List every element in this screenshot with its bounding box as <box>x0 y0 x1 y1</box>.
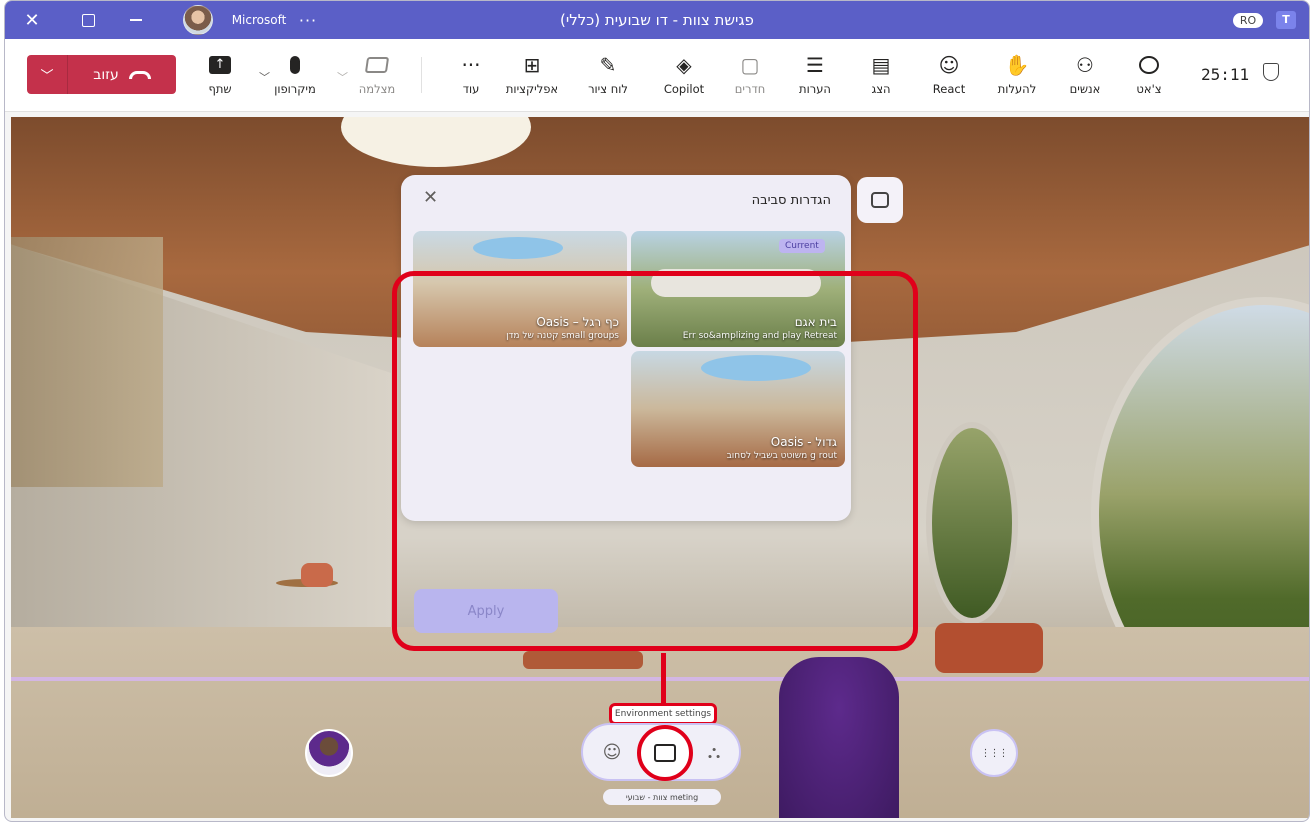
apps-button[interactable]: ⊞ אפליקציות <box>497 51 567 103</box>
meeting-toolbar: ﹀ עזוב ↑ שתף ﹀ מיקרופון ﹀ מצלמה ··· עוד … <box>5 39 1309 112</box>
org-name: Microsoft <box>231 13 287 27</box>
rooms-label: חדרים <box>734 82 766 96</box>
present-icon: ▤ <box>871 53 891 77</box>
highlight-connector <box>661 653 666 703</box>
mic-options-chevron-icon[interactable]: ﹀ <box>259 69 270 85</box>
more-options-icon[interactable]: ··· <box>293 1 323 39</box>
close-icon[interactable]: ✕ <box>423 187 438 208</box>
apps-label: אפליקציות <box>505 82 559 96</box>
camera-off-icon <box>364 51 390 79</box>
shield-icon <box>1263 63 1279 81</box>
whiteboard-label: לוח ציור <box>588 82 628 96</box>
notes-button[interactable]: ☰ הערות <box>795 51 835 103</box>
react-button[interactable]: ☺ React <box>929 51 969 103</box>
copilot-icon: ◈ <box>676 53 692 77</box>
notes-icon: ☰ <box>806 53 824 77</box>
people-button[interactable]: ⚇ אנשים <box>1061 51 1109 103</box>
card-skylight-shape <box>473 237 563 259</box>
grid-icon: ⋮⋮⋮ <box>980 747 1009 759</box>
rooms-button[interactable]: ▢ חדרים <box>729 51 771 103</box>
teams-logo-text: T <box>1276 11 1296 29</box>
present-button[interactable]: ▤ הצג <box>863 51 899 103</box>
teams-logo-icon: T <box>1271 1 1301 39</box>
environment-settings-button[interactable] <box>637 725 693 781</box>
whiteboard-button[interactable]: ✎ לוח ציור <box>571 51 645 103</box>
badge-text: RO <box>1232 12 1264 28</box>
emoji-button[interactable]: ☺ <box>587 727 637 777</box>
ottoman <box>935 623 1043 673</box>
leave-main[interactable]: עזוב <box>68 55 176 94</box>
close-icon[interactable]: ✕ <box>17 1 47 39</box>
rooms-icon: ▢ <box>740 53 760 77</box>
wall-art <box>11 237 163 487</box>
avatar-options-button[interactable]: ⛬ <box>689 727 739 777</box>
leave-dropdown-icon[interactable]: ﹀ <box>27 55 68 94</box>
camera-options-chevron-icon[interactable]: ﹀ <box>337 69 348 85</box>
environment-settings-toggle[interactable] <box>857 177 903 223</box>
chat-icon <box>1139 51 1159 79</box>
round-window-small <box>926 422 1018 624</box>
raise-hand-button[interactable]: ✋ להעלות <box>991 51 1043 103</box>
apps-icon: ⊞ <box>523 53 541 77</box>
hand-icon: ✋ <box>1004 53 1030 77</box>
maximize-icon[interactable] <box>73 1 103 39</box>
raise-hand-label: להעלות <box>997 82 1037 96</box>
notes-label: הערות <box>799 82 831 96</box>
view-options-button[interactable]: ⋮⋮⋮ <box>970 729 1018 777</box>
smiley-icon: ☺ <box>938 53 960 77</box>
panel-title: הגדרות סביבה <box>751 193 831 208</box>
camera-button[interactable]: מצלמה <box>353 51 401 103</box>
leave-label: עזוב <box>93 66 119 83</box>
meeting-timer: 25:11 <box>1201 65 1250 84</box>
minimize-icon[interactable] <box>121 1 151 39</box>
leave-button[interactable]: ﹀ עזוב <box>27 55 176 94</box>
react-label: React <box>932 82 966 96</box>
meeting-name-label: צוות - שבועי meting <box>603 789 721 805</box>
more-button[interactable]: ··· עוד <box>451 51 491 103</box>
user-3d-avatar <box>779 657 899 818</box>
environment-settings-icon <box>654 744 676 762</box>
people-icon: ⚇ <box>1076 53 1094 77</box>
more-icon: ··· <box>461 53 481 77</box>
panel-highlight-frame <box>392 271 918 651</box>
vase <box>301 563 333 587</box>
microphone-label: מיקרופון <box>274 82 316 96</box>
microphone-button[interactable]: מיקרופון <box>271 51 319 103</box>
bench <box>523 651 643 669</box>
environment-icon <box>871 192 889 208</box>
people-label: אנשים <box>1069 82 1101 96</box>
chat-button[interactable]: צ'אט <box>1129 51 1169 103</box>
present-label: הצג <box>871 82 891 96</box>
status-badge[interactable]: RO <box>1232 1 1264 39</box>
whiteboard-icon: ✎ <box>599 53 617 77</box>
chat-label: צ'אט <box>1136 82 1162 96</box>
toolbar-divider <box>421 57 422 93</box>
more-label: עוד <box>462 82 480 96</box>
environment-settings-tooltip: Environment settings <box>609 703 717 725</box>
share-button[interactable]: ↑ שתף <box>205 51 235 103</box>
share-icon: ↑ <box>209 51 231 79</box>
share-label: שתף <box>208 82 232 96</box>
camera-label: מצלמה <box>358 82 396 96</box>
microphone-icon <box>290 51 300 79</box>
hang-up-icon <box>128 70 151 79</box>
self-avatar[interactable] <box>305 729 353 777</box>
title-bar: פגישת צוות - דו שבועית (כללי) ✕ Microsof… <box>5 1 1309 39</box>
copilot-label: Copilot <box>663 82 705 96</box>
copilot-button[interactable]: ◈ Copilot <box>659 51 709 103</box>
teams-window: פגישת צוות - דו שבועית (כללי) ✕ Microsof… <box>4 0 1310 822</box>
current-badge: Current <box>779 239 825 253</box>
user-avatar[interactable] <box>181 1 215 39</box>
floor-glow-strip <box>11 677 1309 681</box>
